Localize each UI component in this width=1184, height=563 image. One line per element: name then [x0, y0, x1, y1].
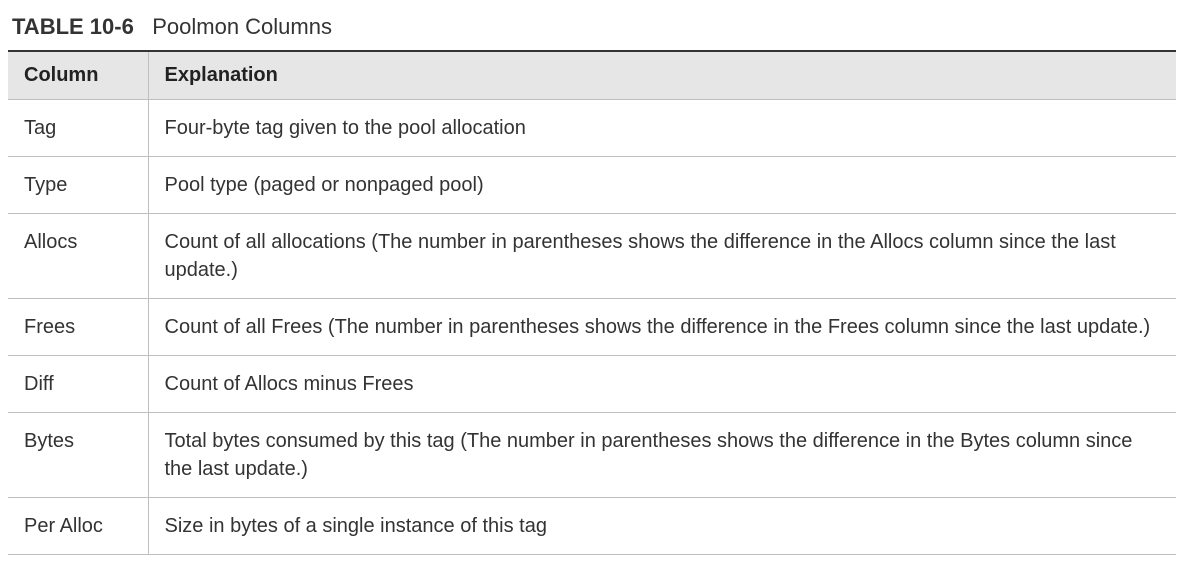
cell-column: Diff: [8, 356, 148, 413]
cell-explanation: Count of all Frees (The number in parent…: [148, 299, 1176, 356]
table-caption-label: TABLE 10-6: [12, 14, 134, 39]
cell-explanation: Count of all allocations (The number in …: [148, 214, 1176, 299]
cell-explanation: Four-byte tag given to the pool allocati…: [148, 100, 1176, 157]
header-column: Column: [8, 51, 148, 100]
table-caption-title: Poolmon Columns: [152, 14, 332, 39]
poolmon-table: Column Explanation Tag Four-byte tag giv…: [8, 50, 1176, 555]
cell-explanation: Pool type (paged or nonpaged pool): [148, 157, 1176, 214]
table-row: Per Alloc Size in bytes of a single inst…: [8, 498, 1176, 555]
table-row: Type Pool type (paged or nonpaged pool): [8, 157, 1176, 214]
cell-explanation: Total bytes consumed by this tag (The nu…: [148, 413, 1176, 498]
cell-explanation: Count of Allocs minus Frees: [148, 356, 1176, 413]
cell-column: Per Alloc: [8, 498, 148, 555]
table-row: Frees Count of all Frees (The number in …: [8, 299, 1176, 356]
table-row: Tag Four-byte tag given to the pool allo…: [8, 100, 1176, 157]
table-caption: TABLE 10-6 Poolmon Columns: [8, 8, 1176, 50]
cell-column: Type: [8, 157, 148, 214]
cell-explanation: Size in bytes of a single instance of th…: [148, 498, 1176, 555]
table-row: Bytes Total bytes consumed by this tag (…: [8, 413, 1176, 498]
header-explanation: Explanation: [148, 51, 1176, 100]
table-row: Diff Count of Allocs minus Frees: [8, 356, 1176, 413]
cell-column: Bytes: [8, 413, 148, 498]
table-header-row: Column Explanation: [8, 51, 1176, 100]
table-row: Allocs Count of all allocations (The num…: [8, 214, 1176, 299]
cell-column: Tag: [8, 100, 148, 157]
cell-column: Frees: [8, 299, 148, 356]
cell-column: Allocs: [8, 214, 148, 299]
